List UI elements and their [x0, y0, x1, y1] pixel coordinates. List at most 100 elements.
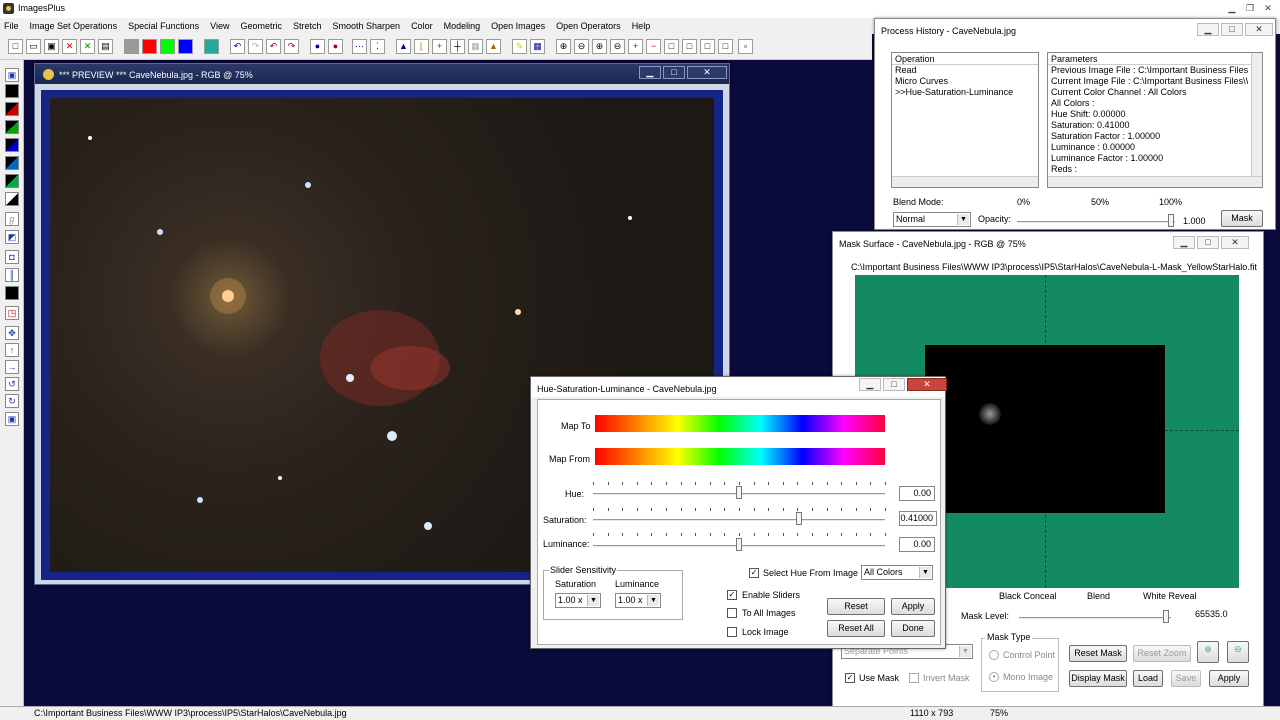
dots-icon[interactable]: ⋯ — [352, 39, 367, 54]
menu-help[interactable]: Help — [632, 21, 651, 31]
close-all-icon[interactable]: ✕ — [80, 39, 95, 54]
select-points-icon[interactable]: ⁚ — [370, 39, 385, 54]
table-icon[interactable]: ▦ — [530, 39, 545, 54]
target-icon[interactable]: ◘ — [5, 250, 19, 264]
zoom-in-icon[interactable]: ⊕ — [1197, 641, 1219, 663]
lasso-icon[interactable]: ℊ — [5, 212, 19, 226]
rect-select-icon[interactable]: □ — [664, 39, 679, 54]
red-channel-icon[interactable] — [142, 39, 157, 54]
pencil-icon[interactable]: ✎ — [512, 39, 527, 54]
rotate-right-icon[interactable]: ↻ — [5, 394, 19, 408]
save-button[interactable]: Save — [1171, 670, 1201, 687]
redo-icon[interactable]: ↷ — [248, 39, 263, 54]
crosshair-icon[interactable]: ┼ — [450, 39, 465, 54]
plus-icon[interactable]: + — [432, 39, 447, 54]
restore-icon[interactable]: ❐ — [1242, 2, 1258, 15]
menu-geometric[interactable]: Geometric — [240, 21, 282, 31]
operation-item[interactable]: >>Hue-Saturation-Luminance — [892, 87, 1038, 98]
mask-apply-button[interactable]: Apply — [1209, 670, 1249, 687]
close-icon[interactable]: ✕ — [1260, 2, 1276, 15]
menu-color[interactable]: Color — [411, 21, 433, 31]
black-swatch-icon[interactable] — [5, 84, 19, 98]
menu-special-functions[interactable]: Special Functions — [128, 21, 199, 31]
done-button[interactable]: Done — [891, 620, 935, 637]
new-icon[interactable]: □ — [8, 39, 23, 54]
copy-icon[interactable]: ▤ — [98, 39, 113, 54]
add-mask-icon[interactable]: + — [628, 39, 643, 54]
remove-mask-icon[interactable]: − — [646, 39, 661, 54]
close-icon[interactable]: ✕ — [1245, 23, 1273, 36]
reset-mask-button[interactable]: Reset Mask — [1069, 645, 1127, 662]
minimize-icon[interactable]: ▁ — [1224, 2, 1240, 15]
save-tool-icon[interactable]: ▣ — [5, 68, 19, 82]
luminance-slider-thumb[interactable] — [736, 538, 742, 551]
reset-all-button[interactable]: Reset All — [827, 620, 885, 637]
minimize-icon[interactable]: ▁ — [639, 66, 661, 79]
reset-button[interactable]: Reset — [827, 598, 885, 615]
menu-open-images[interactable]: Open Images — [491, 21, 545, 31]
undo-all-icon[interactable]: ↶ — [266, 39, 281, 54]
horizontal-scrollbar[interactable] — [892, 176, 1038, 187]
crop-icon[interactable]: ◳ — [5, 306, 19, 320]
maximize-icon[interactable]: □ — [1197, 236, 1219, 249]
load-button[interactable]: Load — [1133, 670, 1163, 687]
close-icon[interactable]: ✕ — [907, 378, 947, 391]
frame-icon[interactable]: ▦ — [468, 39, 483, 54]
horizontal-scrollbar[interactable] — [1048, 176, 1262, 187]
mask-level-track[interactable] — [1019, 617, 1171, 620]
blue-channel-icon[interactable] — [178, 39, 193, 54]
open-icon[interactable]: ▭ — [26, 39, 41, 54]
saturation-slider-thumb[interactable] — [795, 512, 802, 525]
select-hue-checkbox[interactable]: ✓ — [749, 568, 759, 578]
minimize-icon[interactable]: ▁ — [859, 378, 881, 391]
menu-open-operators[interactable]: Open Operators — [556, 21, 621, 31]
fit-icon[interactable]: ▣ — [5, 412, 19, 426]
redo-all-icon[interactable]: ↷ — [284, 39, 299, 54]
save-icon[interactable]: ▣ — [44, 39, 59, 54]
blue-swatch-icon[interactable] — [5, 138, 19, 152]
rotate-left-icon[interactable]: ↺ — [5, 377, 19, 391]
green-channel-icon[interactable] — [160, 39, 175, 54]
up-arrow-icon[interactable]: ↑ — [5, 343, 19, 357]
blend-mode-select[interactable]: Normal ▼ — [893, 212, 971, 227]
saturation-slider-track[interactable] — [593, 519, 885, 522]
right-arrow-icon[interactable]: → — [5, 360, 19, 374]
menu-smooth-sharpen[interactable]: Smooth Sharpen — [333, 21, 401, 31]
rect-select-4-icon[interactable]: □ — [718, 39, 733, 54]
rect-select-3-icon[interactable]: □ — [700, 39, 715, 54]
close-icon[interactable]: ✕ — [1221, 236, 1249, 249]
close-image-icon[interactable]: ✕ — [62, 39, 77, 54]
hue-value-field[interactable]: 0.00 — [899, 486, 935, 501]
white-swatch-icon[interactable] — [5, 192, 19, 206]
saturation-sensitivity-select[interactable]: 1.00 x ▼ — [555, 593, 601, 608]
curve-icon[interactable]: ⌊ — [414, 39, 429, 54]
display-mask-button[interactable]: Display Mask — [1069, 670, 1127, 687]
maximize-icon[interactable]: □ — [883, 378, 905, 391]
zoom-out-icon[interactable]: ⊖ — [1227, 641, 1249, 663]
menu-image-set-operations[interactable]: Image Set Operations — [30, 21, 118, 31]
grid-icon[interactable] — [204, 39, 219, 54]
green-swatch-icon[interactable] — [5, 120, 19, 134]
operation-item[interactable]: Read — [892, 65, 1038, 76]
use-mask-checkbox[interactable]: ✓ — [845, 673, 855, 683]
luminance-sensitivity-select[interactable]: 1.00 x ▼ — [615, 593, 661, 608]
cyan-swatch-icon[interactable] — [5, 156, 19, 170]
menu-view[interactable]: View — [210, 21, 229, 31]
saturation-value-field[interactable]: 0.41000 — [899, 511, 937, 526]
vertical-scrollbar[interactable] — [1251, 53, 1262, 176]
mask-level-thumb[interactable] — [1163, 610, 1169, 623]
picture-icon[interactable]: ▲ — [486, 39, 501, 54]
gradient-icon[interactable]: ◩ — [5, 230, 19, 244]
apply-button[interactable]: Apply — [891, 598, 935, 615]
colors-select[interactable]: All Colors ▼ — [861, 565, 933, 580]
reset-zoom-button[interactable]: Reset Zoom — [1133, 645, 1191, 662]
zoom-out-icon[interactable]: ⊖ — [574, 39, 589, 54]
red-swatch-icon[interactable] — [5, 102, 19, 116]
rect-select-5-icon[interactable]: ▫ — [738, 39, 753, 54]
minimize-icon[interactable]: ▁ — [1197, 23, 1219, 36]
close-icon[interactable]: ✕ — [687, 66, 727, 79]
black-bar-icon[interactable] — [5, 286, 19, 300]
invert-mask-checkbox[interactable] — [909, 673, 919, 683]
maximize-icon[interactable]: □ — [663, 66, 685, 79]
mono-image-radio[interactable]: • — [989, 672, 999, 682]
